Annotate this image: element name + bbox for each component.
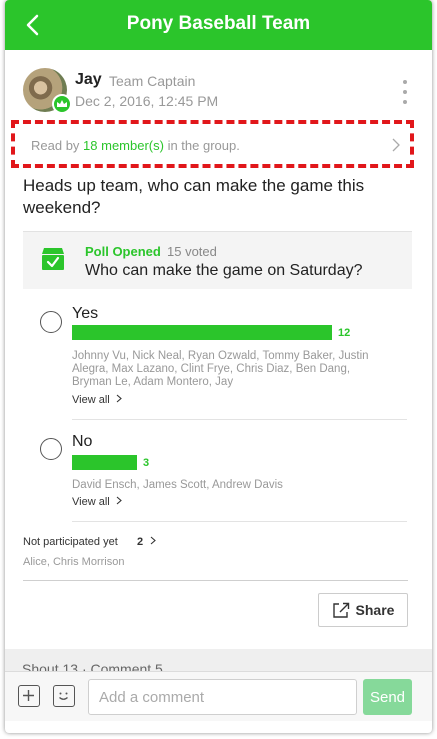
poll-option-no-view-all[interactable]: View all: [72, 496, 122, 508]
poll-option-no-radio[interactable]: [40, 438, 62, 460]
top-bar: Pony Baseball Team: [5, 0, 432, 50]
comment-input[interactable]: [88, 679, 357, 715]
page-title: Pony Baseball Team: [126, 13, 311, 34]
read-by-members-link[interactable]: 18 member(s): [83, 138, 164, 153]
read-by-text: Read by 18 member(s) in the group.: [31, 138, 240, 153]
comment-composer: Send: [5, 671, 432, 721]
author-role: Team Captain: [109, 73, 196, 89]
poll-option-yes-count: 12: [338, 327, 351, 339]
divider: [23, 580, 408, 581]
poll-status: Poll Opened: [85, 244, 161, 259]
sticker-button[interactable]: [53, 685, 75, 707]
chevron-right-icon: [116, 394, 122, 403]
more-options-icon[interactable]: [400, 80, 410, 104]
post-body: Heads up team, who can make the game thi…: [23, 176, 365, 217]
ballot-box-icon: [42, 248, 64, 270]
poll-option-yes-bar: [72, 325, 332, 340]
divider: [72, 419, 407, 420]
phone-screen: Pony Baseball Team Jay Team Captain Dec …: [5, 0, 432, 733]
poll-option-no-voters: David Ensch, James Scott, Andrew Davis: [72, 479, 283, 491]
add-attachment-button[interactable]: [18, 685, 40, 707]
chevron-right-icon: [392, 138, 400, 152]
poll-option-no-count: 3: [143, 457, 150, 469]
poll-question: Who can make the game on Saturday?: [85, 262, 363, 279]
not-participated-label[interactable]: Not participated yet: [23, 536, 118, 548]
read-by-row[interactable]: Read by 18 member(s) in the group.: [11, 120, 414, 168]
not-participated-names: Alice, Chris Morrison: [23, 556, 125, 568]
chevron-right-icon: [150, 536, 157, 545]
poll-option-yes-view-all[interactable]: View all: [72, 394, 122, 406]
divider: [72, 521, 407, 522]
send-button[interactable]: Send: [363, 679, 412, 715]
poll-option-no-bar: [72, 455, 137, 470]
not-participated-count[interactable]: 2: [137, 536, 157, 548]
poll-option-no-label[interactable]: No: [72, 433, 92, 451]
author-name[interactable]: Jay: [75, 71, 102, 89]
poll-option-yes-radio[interactable]: [40, 311, 62, 333]
crown-icon: [52, 94, 72, 114]
poll-voted-count: 15 voted: [167, 244, 217, 259]
smiley-icon: [59, 692, 68, 700]
plus-icon: [23, 690, 34, 701]
poll-header: Poll Opened 15 voted Who can make the ga…: [23, 231, 412, 289]
post-date: Dec 2, 2016, 12:45 PM: [75, 93, 219, 109]
share-button[interactable]: Share: [318, 593, 408, 627]
poll-option-yes-label[interactable]: Yes: [72, 305, 98, 323]
share-icon: [332, 602, 349, 618]
poll-option-yes-voters: Johnny Vu, Nick Neal, Ryan Ozwald, Tommy…: [72, 350, 369, 388]
chevron-right-icon: [116, 496, 122, 505]
